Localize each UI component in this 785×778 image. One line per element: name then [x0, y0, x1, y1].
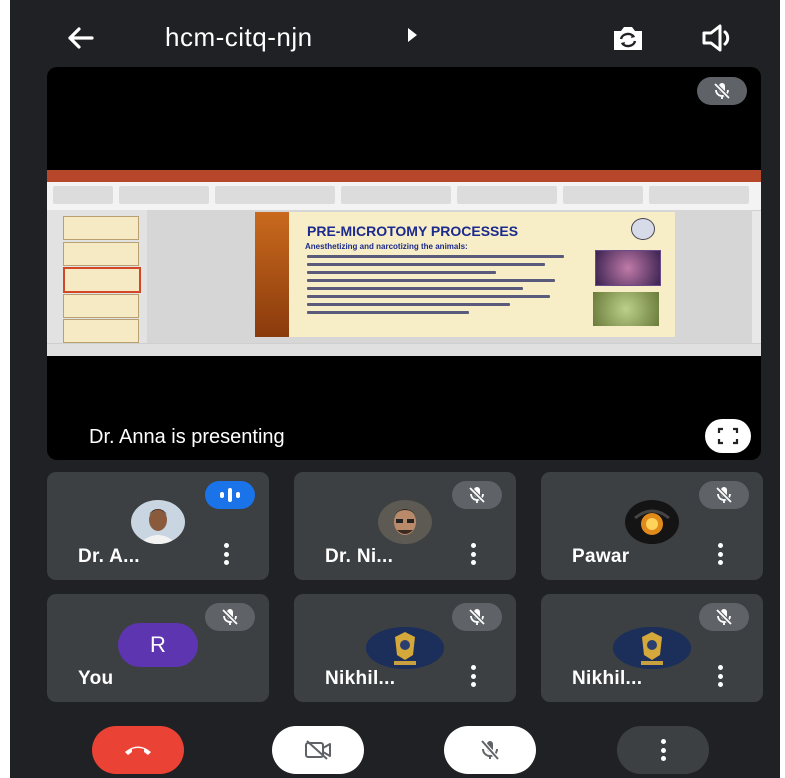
- police-emblem-avatar: [613, 627, 691, 669]
- top-bar: hcm-citq-njn: [10, 0, 780, 70]
- slide-subtitle: Anesthetizing and narcotizing the animal…: [305, 242, 468, 251]
- avatar: [378, 500, 432, 544]
- mic-off-icon: [713, 82, 731, 100]
- slide-canvas: PRE-MICROTOMY PROCESSES Anesthetizing an…: [147, 210, 752, 343]
- mute-badge: [699, 481, 749, 509]
- participant-name: Pawar: [572, 546, 630, 567]
- fullscreen-icon: [717, 427, 739, 445]
- speaking-indicator: [205, 481, 255, 509]
- slide-logo: [631, 218, 655, 240]
- camera-off-icon: [305, 740, 331, 760]
- participant-name: Nikhil...: [572, 668, 643, 689]
- participant-tile[interactable]: Pawar: [541, 472, 763, 580]
- mic-off-icon: [715, 608, 733, 626]
- mic-off-icon: [221, 608, 239, 626]
- mute-badge: [699, 603, 749, 631]
- more-options-icon[interactable]: [717, 543, 723, 565]
- speaker-icon[interactable]: [700, 22, 736, 54]
- caret-right-icon[interactable]: [408, 28, 417, 42]
- more-options-icon: [660, 739, 666, 761]
- slide-image-sponge: [593, 292, 659, 326]
- mic-off-icon: [468, 608, 486, 626]
- letter-avatar: R: [118, 623, 198, 667]
- fullscreen-button[interactable]: [705, 419, 751, 453]
- slide-bullets: [307, 255, 577, 319]
- more-options-icon[interactable]: [223, 543, 229, 565]
- slide-title: PRE-MICROTOMY PROCESSES: [307, 223, 519, 239]
- participant-tile[interactable]: Dr. Ni...: [294, 472, 516, 580]
- mic-off-icon: [480, 739, 500, 761]
- avatar: [625, 500, 679, 544]
- police-emblem-avatar: [366, 627, 444, 669]
- current-slide: PRE-MICROTOMY PROCESSES Anesthetizing an…: [255, 212, 675, 337]
- back-arrow-icon[interactable]: [62, 20, 98, 56]
- end-call-button[interactable]: [92, 726, 184, 774]
- presentation-tile[interactable]: PRE-MICROTOMY PROCESSES Anesthetizing an…: [47, 67, 761, 460]
- mic-off-icon: [468, 486, 486, 504]
- more-options-icon[interactable]: [470, 665, 476, 687]
- camera-toggle-button[interactable]: [272, 726, 364, 774]
- participant-tile[interactable]: Nikhil...: [541, 594, 763, 702]
- mic-off-icon: [715, 486, 733, 504]
- participant-name: Dr. A...: [78, 546, 140, 567]
- mute-badge: [452, 603, 502, 631]
- slide-thumbnails: [47, 210, 147, 343]
- meet-call-screen: hcm-citq-njn PRE-MICROTOMY PROCESSES Ane…: [10, 0, 780, 778]
- participant-name: Dr. Ni...: [325, 546, 394, 567]
- participant-name: Nikhil...: [325, 668, 396, 689]
- more-options-button[interactable]: [617, 726, 709, 774]
- switch-camera-icon[interactable]: [608, 20, 648, 56]
- presenter-mute-badge: [697, 77, 747, 105]
- slide-image-specimen: [595, 250, 661, 286]
- mute-badge: [452, 481, 502, 509]
- participant-tile[interactable]: Nikhil...: [294, 594, 516, 702]
- end-call-icon: [125, 746, 151, 755]
- powerpoint-ribbon: [47, 182, 761, 211]
- mute-badge: [205, 603, 255, 631]
- participant-tile[interactable]: Dr. A...: [47, 472, 269, 580]
- participant-name: You: [78, 668, 114, 689]
- more-options-icon[interactable]: [470, 543, 476, 565]
- powerpoint-title-bar: [47, 170, 761, 182]
- shared-screen: PRE-MICROTOMY PROCESSES Anesthetizing an…: [47, 170, 761, 356]
- powerpoint-status-bar: [47, 343, 761, 356]
- more-options-icon[interactable]: [717, 665, 723, 687]
- presenter-label: Dr. Anna is presenting: [89, 426, 285, 448]
- meeting-code[interactable]: hcm-citq-njn: [165, 22, 313, 53]
- microphone-toggle-button[interactable]: [444, 726, 536, 774]
- avatar: [131, 500, 185, 544]
- participant-tile-self[interactable]: R You: [47, 594, 269, 702]
